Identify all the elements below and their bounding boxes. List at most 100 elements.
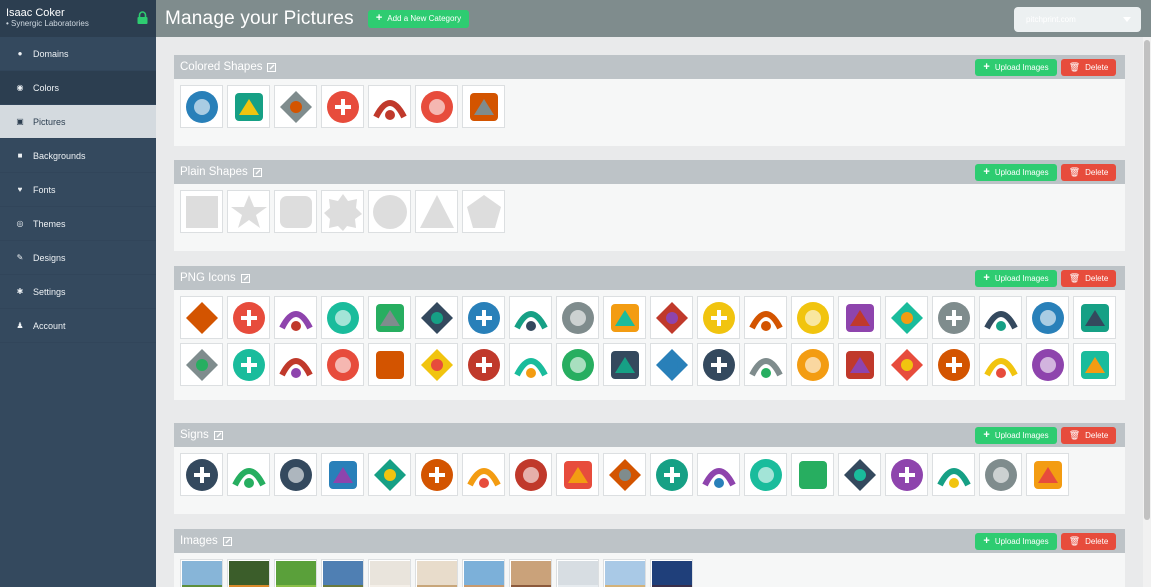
sidebar-item-domains[interactable]: ● Domains — [0, 37, 156, 71]
picture-thumbnail[interactable] — [274, 85, 317, 128]
picture-thumbnail[interactable] — [227, 296, 270, 339]
picture-thumbnail[interactable] — [415, 343, 458, 386]
picture-thumbnail[interactable] — [556, 296, 599, 339]
picture-thumbnail[interactable] — [180, 296, 223, 339]
picture-thumbnail[interactable] — [697, 453, 740, 496]
picture-thumbnail[interactable] — [368, 453, 411, 496]
picture-thumbnail[interactable] — [180, 453, 223, 496]
picture-thumbnail[interactable] — [274, 296, 317, 339]
picture-thumbnail[interactable] — [979, 296, 1022, 339]
picture-thumbnail[interactable] — [415, 559, 458, 587]
picture-thumbnail[interactable] — [180, 559, 223, 587]
picture-thumbnail[interactable] — [227, 85, 270, 128]
lock-icon[interactable] — [137, 11, 148, 24]
picture-thumbnail[interactable] — [462, 559, 505, 587]
delete-category-button[interactable]: 🗑 Delete — [1061, 164, 1116, 181]
scrollbar[interactable] — [1143, 37, 1151, 587]
picture-thumbnail[interactable] — [885, 296, 928, 339]
delete-category-button[interactable]: 🗑 Delete — [1061, 427, 1116, 444]
upload-images-button[interactable]: + Upload Images — [975, 270, 1057, 287]
edit-icon[interactable] — [267, 62, 277, 72]
picture-thumbnail[interactable] — [1073, 343, 1116, 386]
picture-thumbnail[interactable] — [274, 453, 317, 496]
picture-thumbnail[interactable] — [650, 343, 693, 386]
sidebar-item-themes[interactable]: ◎ Themes — [0, 207, 156, 241]
sidebar-item-designs[interactable]: ✎ Designs — [0, 241, 156, 275]
picture-thumbnail[interactable] — [932, 453, 975, 496]
picture-thumbnail[interactable] — [1073, 296, 1116, 339]
picture-thumbnail[interactable] — [227, 343, 270, 386]
picture-thumbnail[interactable] — [603, 296, 646, 339]
picture-thumbnail[interactable] — [979, 343, 1022, 386]
picture-thumbnail[interactable] — [180, 190, 223, 233]
picture-thumbnail[interactable] — [180, 85, 223, 128]
picture-thumbnail[interactable] — [744, 343, 787, 386]
picture-thumbnail[interactable] — [744, 453, 787, 496]
picture-thumbnail[interactable] — [462, 190, 505, 233]
picture-thumbnail[interactable] — [932, 343, 975, 386]
picture-thumbnail[interactable] — [274, 343, 317, 386]
picture-thumbnail[interactable] — [180, 343, 223, 386]
domain-select[interactable]: pitchprint.com — [1014, 7, 1141, 32]
picture-thumbnail[interactable] — [509, 296, 552, 339]
picture-thumbnail[interactable] — [791, 343, 834, 386]
picture-thumbnail[interactable] — [650, 296, 693, 339]
picture-thumbnail[interactable] — [650, 559, 693, 587]
picture-thumbnail[interactable] — [509, 343, 552, 386]
picture-thumbnail[interactable] — [321, 296, 364, 339]
picture-thumbnail[interactable] — [744, 296, 787, 339]
delete-category-button[interactable]: 🗑 Delete — [1061, 59, 1116, 76]
picture-thumbnail[interactable] — [227, 190, 270, 233]
picture-thumbnail[interactable] — [274, 559, 317, 587]
picture-thumbnail[interactable] — [274, 190, 317, 233]
picture-thumbnail[interactable] — [697, 343, 740, 386]
picture-thumbnail[interactable] — [509, 453, 552, 496]
picture-thumbnail[interactable] — [321, 85, 364, 128]
picture-thumbnail[interactable] — [368, 85, 411, 128]
picture-thumbnail[interactable] — [1026, 343, 1069, 386]
picture-thumbnail[interactable] — [227, 453, 270, 496]
picture-thumbnail[interactable] — [556, 343, 599, 386]
picture-thumbnail[interactable] — [1026, 296, 1069, 339]
picture-thumbnail[interactable] — [415, 190, 458, 233]
picture-thumbnail[interactable] — [556, 559, 599, 587]
picture-thumbnail[interactable] — [462, 85, 505, 128]
sidebar-item-fonts[interactable]: ♥ Fonts — [0, 173, 156, 207]
scrollbar-thumb[interactable] — [1144, 40, 1150, 520]
picture-thumbnail[interactable] — [838, 343, 881, 386]
edit-icon[interactable] — [240, 273, 250, 283]
picture-thumbnail[interactable] — [979, 453, 1022, 496]
picture-thumbnail[interactable] — [415, 453, 458, 496]
upload-images-button[interactable]: + Upload Images — [975, 59, 1057, 76]
picture-thumbnail[interactable] — [650, 453, 693, 496]
edit-icon[interactable] — [213, 430, 223, 440]
upload-images-button[interactable]: + Upload Images — [975, 533, 1057, 550]
sidebar-item-settings[interactable]: ✱ Settings — [0, 275, 156, 309]
edit-icon[interactable] — [252, 167, 262, 177]
picture-thumbnail[interactable] — [509, 559, 552, 587]
picture-thumbnail[interactable] — [368, 559, 411, 587]
picture-thumbnail[interactable] — [321, 559, 364, 587]
picture-thumbnail[interactable] — [838, 453, 881, 496]
sidebar-item-account[interactable]: ♟ Account — [0, 309, 156, 343]
picture-thumbnail[interactable] — [556, 453, 599, 496]
picture-thumbnail[interactable] — [368, 343, 411, 386]
sidebar-item-colors[interactable]: ◉ Colors — [0, 71, 156, 105]
picture-thumbnail[interactable] — [321, 453, 364, 496]
picture-thumbnail[interactable] — [885, 453, 928, 496]
sidebar-item-backgrounds[interactable]: ■ Backgrounds — [0, 139, 156, 173]
sidebar-item-pictures[interactable]: ▣ Pictures — [0, 105, 156, 139]
add-category-button[interactable]: + Add a New Category — [367, 9, 470, 28]
picture-thumbnail[interactable] — [885, 343, 928, 386]
upload-images-button[interactable]: + Upload Images — [975, 164, 1057, 181]
edit-icon[interactable] — [222, 536, 232, 546]
picture-thumbnail[interactable] — [368, 190, 411, 233]
picture-thumbnail[interactable] — [932, 296, 975, 339]
picture-thumbnail[interactable] — [321, 343, 364, 386]
picture-thumbnail[interactable] — [791, 453, 834, 496]
picture-thumbnail[interactable] — [603, 453, 646, 496]
delete-category-button[interactable]: 🗑 Delete — [1061, 533, 1116, 550]
picture-thumbnail[interactable] — [791, 296, 834, 339]
picture-thumbnail[interactable] — [368, 296, 411, 339]
picture-thumbnail[interactable] — [415, 296, 458, 339]
